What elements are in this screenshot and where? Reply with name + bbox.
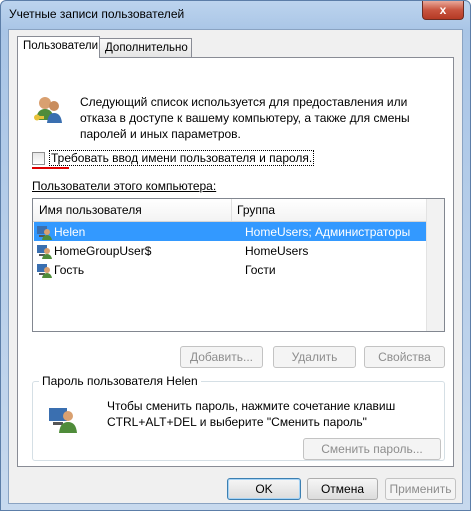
- user-icon: [37, 225, 52, 240]
- close-button[interactable]: x: [422, 1, 464, 20]
- cell-group: HomeUsers; Администраторы: [245, 224, 411, 239]
- user-icon: [37, 263, 52, 278]
- cell-group: Гости: [245, 262, 276, 277]
- dialog-client-area: Пользователи Дополнительно Следующий спи…: [8, 29, 463, 504]
- tab-advanced[interactable]: Дополнительно: [99, 38, 192, 58]
- list-header: Имя пользователя Группа: [33, 199, 444, 222]
- title-bar[interactable]: Учетные записи пользователей x: [1, 1, 470, 29]
- users-icon: [34, 97, 62, 123]
- require-login-checkbox[interactable]: [32, 151, 45, 165]
- cell-username: HomeGroupUser$: [54, 243, 152, 258]
- users-tab-panel: Следующий список используется для предос…: [17, 57, 454, 467]
- cell-group: HomeUsers: [245, 243, 309, 258]
- cell-username: Гость: [54, 262, 85, 277]
- user-accounts-window: Учетные записи пользователей x Пользоват…: [0, 0, 471, 511]
- user-icon: [37, 244, 52, 259]
- add-user-button[interactable]: Добавить...: [180, 346, 263, 368]
- change-password-button[interactable]: Сменить пароль...: [303, 438, 441, 460]
- require-login-label[interactable]: Требовать ввод имени пользователя и паро…: [49, 150, 315, 166]
- table-row[interactable]: Helen HomeUsers; Администраторы: [34, 222, 428, 241]
- password-instructions: Чтобы сменить пароль, нажмите сочетание …: [107, 399, 396, 429]
- tab-users[interactable]: Пользователи: [17, 36, 100, 58]
- info-text: Следующий список используется для предос…: [80, 95, 410, 141]
- list-scrollbar[interactable]: [426, 199, 444, 331]
- require-login-option[interactable]: Требовать ввод имени пользователя и паро…: [32, 150, 315, 166]
- red-underline-annotation: [32, 167, 69, 169]
- users-list[interactable]: Имя пользователя Группа Helen HomeUsers;…: [32, 198, 445, 332]
- table-row[interactable]: HomeGroupUser$ HomeUsers: [34, 241, 428, 260]
- ok-button[interactable]: OK: [227, 478, 301, 500]
- window-title: Учетные записи пользователей: [9, 7, 185, 21]
- password-group: Пароль пользователя Helen Чтобы сменить …: [32, 374, 445, 461]
- column-header-group[interactable]: Группа: [237, 203, 275, 217]
- password-group-title: Пароль пользователя Helen: [39, 374, 201, 388]
- tab-users-label: Пользователи: [23, 40, 99, 52]
- tab-advanced-label: Дополнительно: [105, 42, 188, 54]
- cell-username: Helen: [54, 224, 86, 239]
- column-separator[interactable]: [231, 199, 232, 221]
- users-section-label: Пользователи этого компьютера:: [32, 179, 217, 193]
- table-row[interactable]: Гость Гости: [34, 260, 428, 279]
- properties-button[interactable]: Свойства: [364, 346, 445, 368]
- close-icon: x: [439, 3, 447, 17]
- cancel-button[interactable]: Отмена: [307, 478, 378, 500]
- remove-user-button[interactable]: Удалить: [273, 346, 356, 368]
- user-password-icon: [49, 408, 77, 433]
- apply-button[interactable]: Применить: [385, 478, 456, 500]
- column-header-username[interactable]: Имя пользователя: [39, 203, 142, 217]
